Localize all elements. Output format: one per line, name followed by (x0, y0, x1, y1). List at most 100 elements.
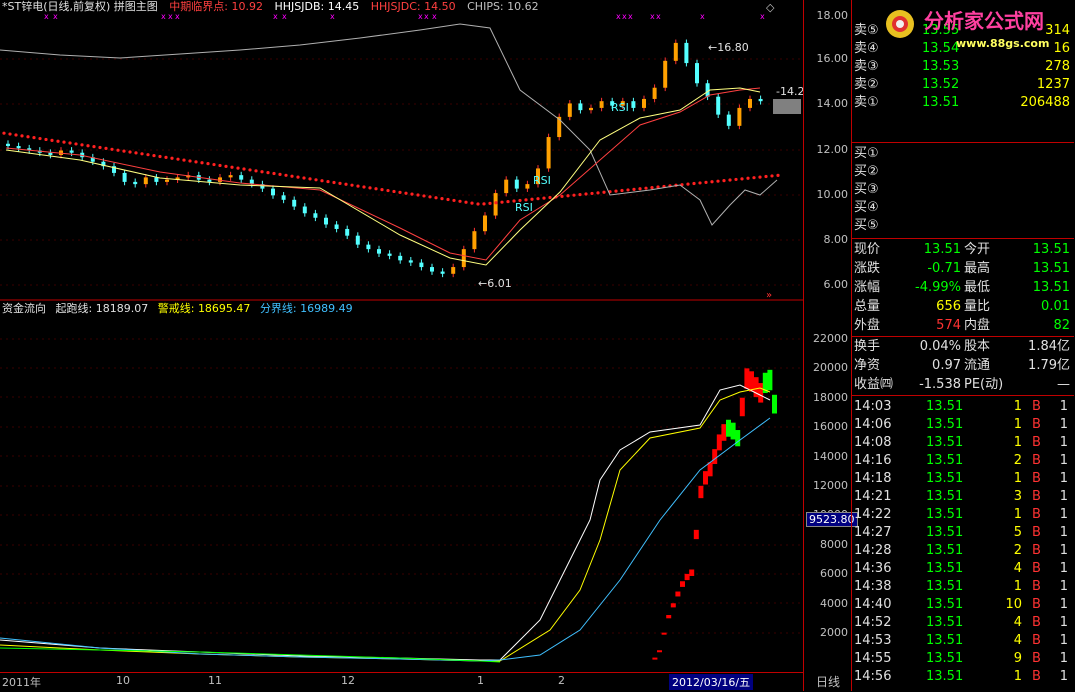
sell-level[interactable]: 卖③ 13.53 278 (852, 58, 1074, 76)
flow-bar (758, 383, 764, 403)
buy-level[interactable]: 买③ (852, 181, 1074, 199)
tick-bs: B (1032, 543, 1041, 558)
price-y-tick: 6.00 (823, 278, 849, 291)
sell-level[interactable]: 卖① 13.51 206488 (852, 94, 1074, 112)
flow-bar (670, 603, 676, 608)
tick-time: 14:18 (854, 471, 892, 486)
tick-bs: B (1032, 399, 1041, 414)
tick-row[interactable]: 14:28 13.51 2 B 1 (852, 542, 1074, 560)
tick-row[interactable]: 14:22 13.51 1 B 1 (852, 506, 1074, 524)
signal-mark: x (622, 12, 627, 21)
tick-volume: 1 (1013, 417, 1022, 432)
y-axis-panel[interactable]: 18.00 16.00 14.00 12.00 10.00 8.00 6.00 22000 2… (803, 0, 858, 691)
tick-bs: B (1032, 507, 1041, 522)
tick-row[interactable]: 14:52 13.51 4 B 1 (852, 614, 1074, 632)
start-line (0, 384, 771, 661)
flow-bar (693, 529, 699, 540)
buy-label: 买① (854, 146, 879, 161)
tick-bs: B (1032, 417, 1041, 432)
line-warning: 警戒线: 18695.47 (157, 302, 251, 315)
tick-price: 13.51 (926, 579, 964, 594)
cursor-value: 9523.80 (806, 512, 858, 527)
sell-label: 卖⑤ (854, 23, 879, 38)
flow-y-tick: 14000 (813, 449, 848, 463)
diamond-icon[interactable]: ◇ (766, 1, 774, 14)
sell-price: 13.51 (922, 95, 960, 110)
tick-row[interactable]: 14:38 13.51 1 B 1 (852, 578, 1074, 596)
candle-body (165, 179, 169, 182)
tick-count: 1 (1059, 633, 1068, 648)
flow-bar (744, 368, 750, 389)
candle-body (377, 249, 381, 254)
tick-count: 1 (1059, 507, 1068, 522)
indicator-chips: CHIPS: 10.62 (467, 0, 539, 13)
candle-body (430, 267, 434, 272)
flow-bar (684, 573, 690, 581)
tick-row[interactable]: 14:53 13.51 4 B 1 (852, 632, 1074, 650)
price-y-tick: 16.00 (816, 52, 849, 65)
chart-canvas[interactable]: xxxxxxxxxxxxxxxxxx (0, 0, 803, 672)
tick-count: 1 (1059, 489, 1068, 504)
tick-bs: B (1032, 633, 1041, 648)
quote-row: 涨幅 -4.99% 最低 13.51 (854, 280, 1070, 295)
tick-row[interactable]: 14:40 13.51 10 B 1 (852, 596, 1074, 614)
tick-time: 14:55 (854, 651, 892, 666)
flow-bar (767, 369, 773, 391)
tick-row[interactable]: 14:56 13.51 1 B 1 (852, 668, 1074, 686)
tick-count: 1 (1059, 615, 1068, 630)
tick-row[interactable]: 14:21 13.51 3 B 1 (852, 488, 1074, 506)
flow-bar (716, 434, 722, 451)
finance-row: 净资 0.97 流通 1.79亿 (854, 358, 1070, 373)
sell-label: 卖④ (854, 41, 879, 56)
tick-price: 13.51 (926, 597, 964, 612)
buy-level[interactable]: 买④ (852, 199, 1074, 217)
tick-row[interactable]: 14:18 13.51 1 B 1 (852, 470, 1074, 488)
tick-price: 13.51 (926, 399, 964, 414)
chart-title[interactable]: *ST锌电(日线,前复权) 拼图主图 (2, 0, 158, 13)
candle-body (589, 107, 593, 111)
candle-body (652, 87, 657, 99)
candle-body (758, 98, 763, 102)
scroll-right-icon[interactable]: » (766, 290, 772, 301)
tick-row[interactable]: 14:03 13.51 1 B 1 (852, 398, 1074, 416)
quote-row: 现价 13.51 今开 13.51 (854, 242, 1070, 257)
signal-mark: x (628, 12, 633, 21)
candle-body (663, 60, 668, 88)
fund-flow-title[interactable]: 资金流向 (2, 302, 46, 315)
tick-count: 1 (1059, 399, 1068, 414)
tick-row[interactable]: 14:27 13.51 5 B 1 (852, 524, 1074, 542)
tick-row[interactable]: 14:55 13.51 9 B 1 (852, 650, 1074, 668)
x-tick: 11 (208, 674, 222, 687)
buy-level[interactable]: 买① (852, 145, 1074, 163)
sell-level[interactable]: 卖② 13.52 1237 (852, 76, 1074, 94)
tick-row[interactable]: 14:06 13.51 1 B 1 (852, 416, 1074, 434)
flow-bar (657, 650, 662, 653)
tick-time: 14:21 (854, 489, 892, 504)
tick-price: 13.51 (926, 453, 964, 468)
candle-body (302, 206, 307, 214)
tick-row[interactable]: 14:16 13.51 2 B 1 (852, 452, 1074, 470)
tick-bs: B (1032, 525, 1041, 540)
x-axis[interactable]: 2011年 10 11 12 1 2 2012/03/16/五 (0, 672, 803, 692)
candle-body (514, 179, 519, 189)
tick-time: 14:40 (854, 597, 892, 612)
candle-body (122, 172, 127, 182)
buy-level[interactable]: 买② (852, 163, 1074, 181)
candle-body (748, 98, 752, 108)
candle-body (567, 103, 572, 117)
candle-body (408, 260, 413, 263)
buy-label: 买③ (854, 182, 879, 197)
sell-volume: 206488 (1020, 95, 1070, 110)
signal-mark: x (760, 12, 765, 21)
tick-row[interactable]: 14:36 13.51 4 B 1 (852, 560, 1074, 578)
buy-level[interactable]: 买⑤ (852, 217, 1074, 235)
tick-volume: 1 (1013, 399, 1022, 414)
tick-count: 1 (1059, 435, 1068, 450)
ma-red-line (5, 87, 761, 261)
tick-count: 1 (1059, 525, 1068, 540)
chart-area[interactable]: xxxxxxxxxxxxxxxxxx *ST锌电(日线,前复权) 拼图主图 中期… (0, 0, 804, 692)
tick-time: 14:22 (854, 507, 892, 522)
tick-row[interactable]: 14:08 13.51 1 B 1 (852, 434, 1074, 452)
candle-body (472, 231, 477, 250)
period-tab-daily[interactable]: 日线 (804, 673, 852, 690)
